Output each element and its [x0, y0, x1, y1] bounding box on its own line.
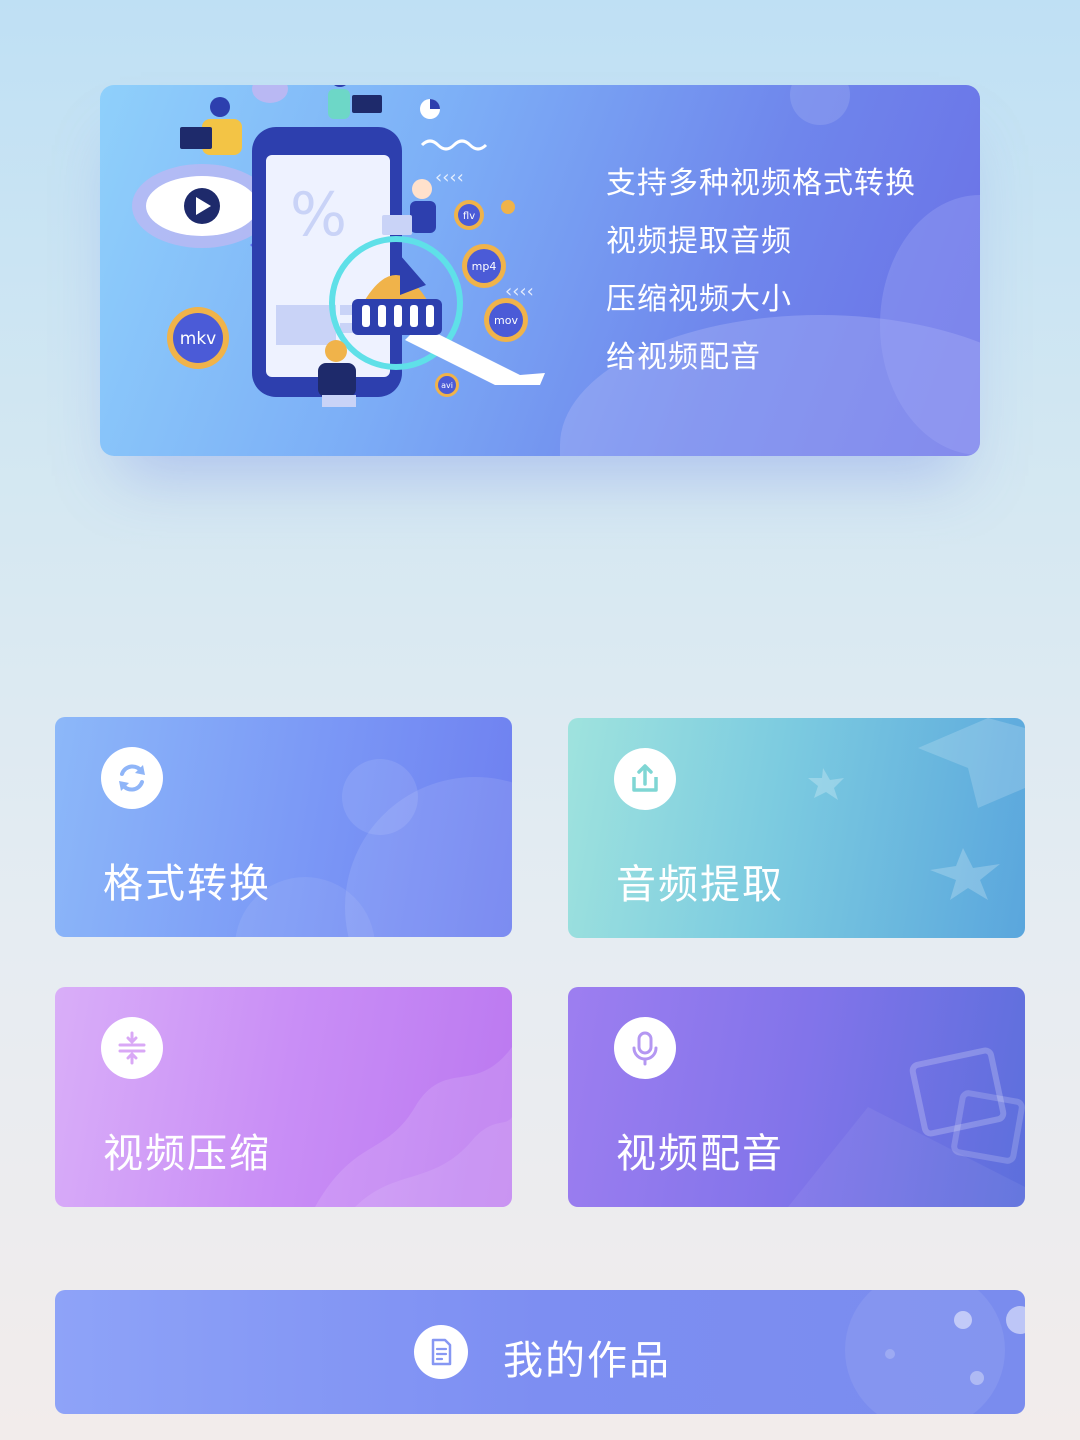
badge-mkv: mkv: [167, 307, 229, 369]
refresh-icon: [101, 747, 163, 809]
banner-line: 视频提取音频: [606, 224, 792, 259]
svg-text:mov: mov: [494, 314, 518, 327]
svg-text:flv: flv: [463, 211, 475, 222]
badge-flv: flv: [454, 200, 484, 230]
my-works-button[interactable]: 我的作品: [55, 1290, 1025, 1414]
audio-extract-label: 音频提取: [616, 862, 784, 908]
banner-text: 支持多种视频格式转换 视频提取音频 压缩视频大小 给视频配音: [606, 155, 916, 387]
video-dub-label: 视频配音: [616, 1131, 784, 1177]
banner-line: 压缩视频大小: [606, 282, 792, 317]
svg-text:%: %: [290, 180, 347, 250]
svg-text:avi: avi: [441, 381, 453, 390]
banner-line: 支持多种视频格式转换: [606, 166, 916, 201]
audio-extract-button[interactable]: 音频提取: [568, 718, 1025, 938]
document-icon: [414, 1325, 468, 1379]
video-compress-label: 视频压缩: [103, 1131, 271, 1177]
microphone-icon: [614, 1017, 676, 1079]
export-icon: [614, 748, 676, 810]
feature-banner[interactable]: % ‹‹‹‹ ‹‹‹‹ mkv flv mp4 mov avi 支持多种视频格式…: [100, 85, 980, 456]
badge-mp4: mp4: [462, 244, 506, 288]
format-convert-button[interactable]: 格式转换: [55, 717, 512, 937]
illustration: % ‹‹‹‹ ‹‹‹‹ mkv flv mp4 mov avi: [132, 85, 545, 407]
compress-icon: [101, 1017, 163, 1079]
svg-text:mp4: mp4: [472, 260, 497, 273]
badge-mov: mov: [484, 298, 528, 342]
format-convert-label: 格式转换: [103, 861, 271, 907]
decor-bubble: [790, 85, 850, 125]
video-compress-button[interactable]: 视频压缩: [55, 987, 512, 1207]
my-works-label: 我的作品: [503, 1338, 671, 1384]
svg-text:mkv: mkv: [180, 329, 216, 349]
banner-line: 给视频配音: [606, 340, 761, 375]
svg-text:‹‹‹‹: ‹‹‹‹: [435, 167, 464, 188]
badge-avi: avi: [435, 373, 459, 397]
video-dub-button[interactable]: 视频配音: [568, 987, 1025, 1207]
